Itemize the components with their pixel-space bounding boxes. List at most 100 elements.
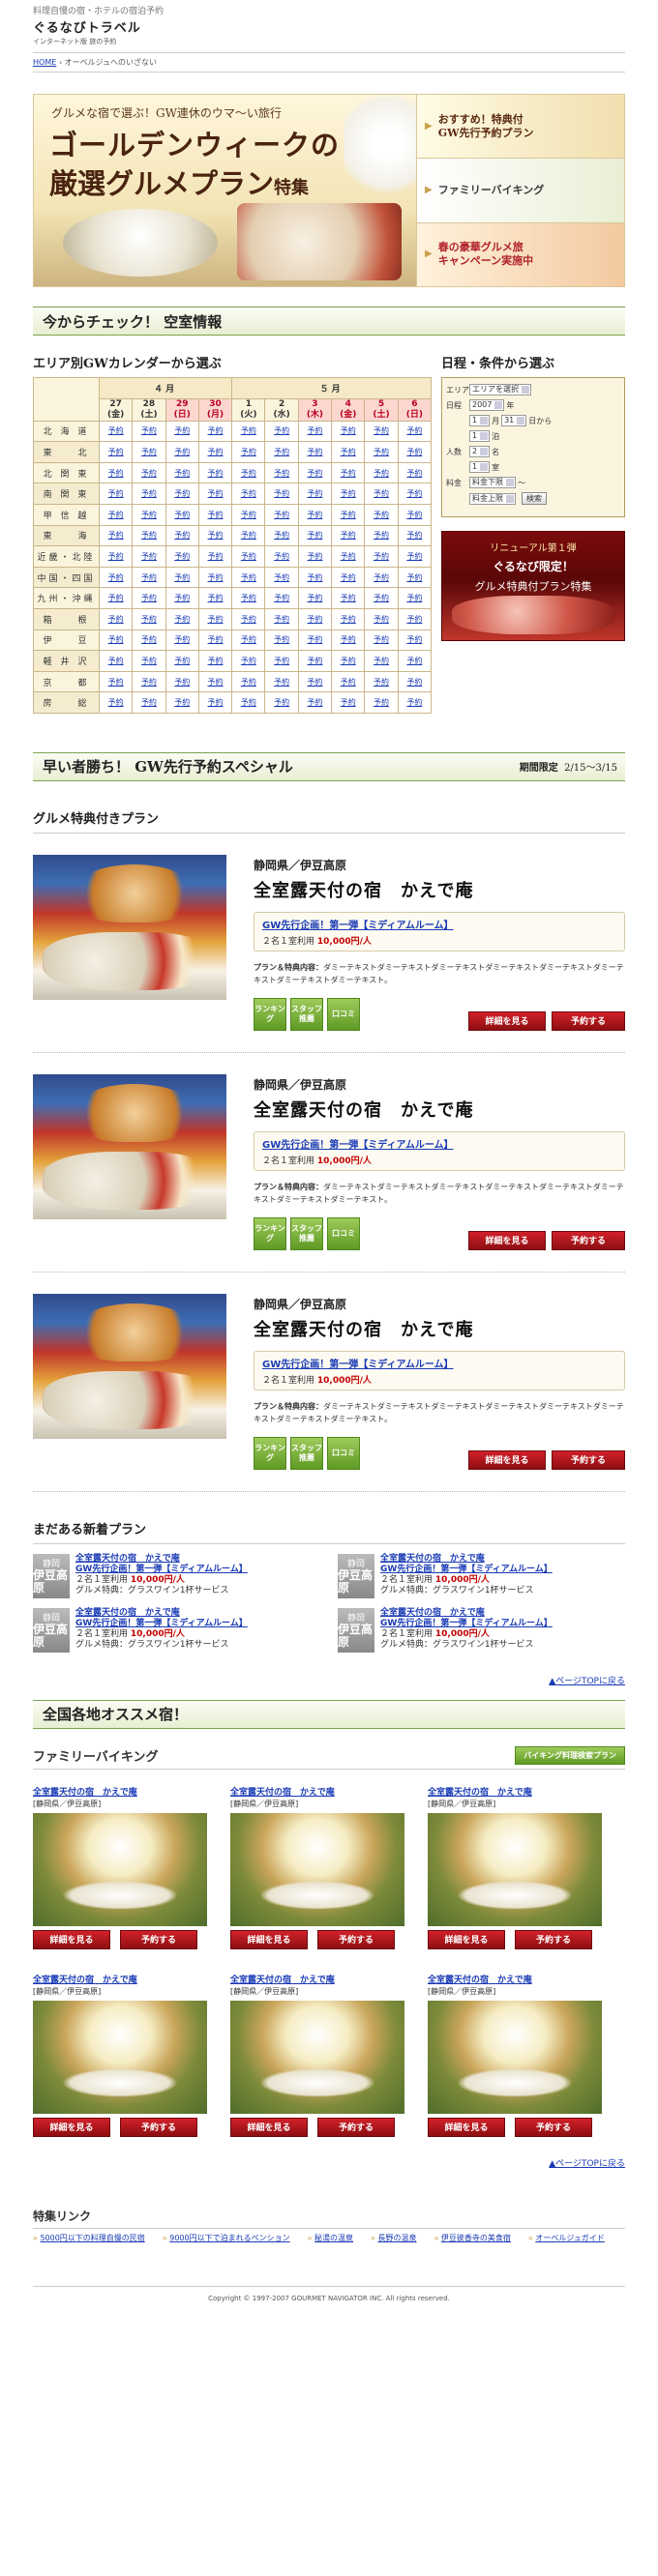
plan-photo[interactable] — [33, 854, 226, 1000]
family-hotel-photo[interactable] — [230, 1812, 404, 1926]
family-hotel-photo[interactable] — [33, 1812, 207, 1926]
reserve-link[interactable]: 予約 — [174, 573, 190, 582]
nights-select[interactable]: 1 — [469, 430, 491, 442]
reserve-link[interactable]: 予約 — [174, 615, 190, 624]
reserve-link[interactable]: 予約 — [374, 657, 389, 665]
reserve-link[interactable]: 予約 — [108, 678, 124, 687]
reserve-link[interactable]: 予約 — [208, 426, 224, 435]
area-select[interactable]: エリアを選択 — [469, 384, 531, 395]
plan-hotel-name[interactable]: 全室露天付の宿 かえで庵 — [254, 877, 625, 902]
reserve-link[interactable]: 予約 — [274, 469, 289, 478]
family-hotel-link[interactable]: 全室露天付の宿 かえで庵 — [33, 1976, 137, 1985]
review-button[interactable]: 口コミ — [327, 997, 360, 1031]
family-hotel-link[interactable]: 全室露天付の宿 かえで庵 — [428, 1976, 532, 1985]
feature-link-anchor[interactable]: 長野の温泉 — [377, 2234, 416, 2242]
reserve-link[interactable]: 予約 — [141, 594, 157, 602]
feature-link-anchor[interactable]: 9000円以下で泊まれるペンション — [169, 2234, 289, 2242]
reserve-link[interactable]: 予約 — [108, 489, 124, 498]
reserve-link[interactable]: 予約 — [241, 594, 256, 602]
detail-button[interactable]: 詳細を見る — [428, 2117, 505, 2137]
reserve-link[interactable]: 予約 — [374, 635, 389, 644]
family-hotel-photo[interactable] — [33, 2000, 207, 2114]
reserve-link[interactable]: 予約 — [374, 426, 389, 435]
reserve-link[interactable]: 予約 — [406, 552, 422, 561]
reserve-button[interactable]: 予約する — [317, 1929, 395, 1949]
reserve-button[interactable]: 予約する — [120, 1929, 197, 1949]
plan-offer-link[interactable]: GW先行企画！第一弾【ミディアムルーム】 — [262, 1140, 454, 1151]
hero-side-spring-campaign[interactable]: ▶ 春の豪華グルメ旅 キャンペーン実施中 — [417, 222, 624, 286]
plan-hotel-name[interactable]: 全室露天付の宿 かえで庵 — [254, 1097, 625, 1122]
reserve-link[interactable]: 予約 — [406, 657, 422, 665]
reserve-link[interactable]: 予約 — [406, 469, 422, 478]
reserve-link[interactable]: 予約 — [208, 489, 224, 498]
reserve-link[interactable]: 予約 — [341, 469, 356, 478]
reserve-link[interactable]: 予約 — [241, 552, 256, 561]
reserve-link[interactable]: 予約 — [341, 426, 356, 435]
people-select[interactable]: 2 — [469, 446, 491, 457]
reserve-link[interactable]: 予約 — [307, 426, 322, 435]
reserve-link[interactable]: 予約 — [208, 573, 224, 582]
reserve-link[interactable]: 予約 — [341, 552, 356, 561]
reserve-link[interactable]: 予約 — [307, 678, 322, 687]
reserve-link[interactable]: 予約 — [341, 511, 356, 519]
review-button[interactable]: 口コミ — [327, 1216, 360, 1250]
reserve-link[interactable]: 予約 — [141, 573, 157, 582]
detail-button[interactable]: 詳細を見る — [33, 1929, 110, 1949]
back-to-top-link[interactable]: ▲ページTOPに戻る — [549, 1677, 625, 1686]
reserve-link[interactable]: 予約 — [406, 678, 422, 687]
family-hotel-photo[interactable] — [428, 2000, 602, 2114]
reserve-link[interactable]: 予約 — [341, 615, 356, 624]
reserve-link[interactable]: 予約 — [341, 448, 356, 456]
reserve-button[interactable]: 予約する — [515, 2117, 592, 2137]
reserve-link[interactable]: 予約 — [141, 657, 157, 665]
reserve-link[interactable]: 予約 — [341, 635, 356, 644]
staff-pick-button[interactable]: スタッフ推薦 — [290, 1436, 323, 1470]
reserve-link[interactable]: 予約 — [241, 698, 256, 707]
reserve-link[interactable]: 予約 — [241, 511, 256, 519]
reserve-link[interactable]: 予約 — [241, 426, 256, 435]
reserve-link[interactable]: 予約 — [374, 552, 389, 561]
hero-main-visual[interactable]: グルメな宿で選ぶ！GW連休のウマ〜い旅行 ゴールデンウィークの 厳選グルメプラン… — [34, 95, 416, 286]
reserve-button[interactable]: 予約する — [317, 2117, 395, 2137]
reserve-link[interactable]: 予約 — [274, 657, 289, 665]
reserve-link[interactable]: 予約 — [174, 594, 190, 602]
hero-side-gw-plan[interactable]: ▶ おすすめ！特典付 GW先行予約プラン — [417, 95, 624, 160]
reserve-link[interactable]: 予約 — [208, 657, 224, 665]
reserve-link[interactable]: 予約 — [108, 615, 124, 624]
new-plan-offer-link[interactable]: GW先行企画！第一弾【ミディアムルーム】 — [380, 1619, 553, 1628]
rooms-select[interactable]: 1 — [469, 461, 491, 473]
reserve-link[interactable]: 予約 — [241, 657, 256, 665]
reserve-link[interactable]: 予約 — [406, 489, 422, 498]
reserve-link[interactable]: 予約 — [108, 635, 124, 644]
reserve-link[interactable]: 予約 — [307, 657, 322, 665]
reserve-link[interactable]: 予約 — [307, 511, 322, 519]
reserve-link[interactable]: 予約 — [174, 657, 190, 665]
year-select[interactable]: 2007 — [469, 399, 505, 411]
reserve-link[interactable]: 予約 — [208, 594, 224, 602]
reserve-link[interactable]: 予約 — [174, 469, 190, 478]
detail-button[interactable]: 詳細を見る — [468, 1010, 546, 1031]
reserve-link[interactable]: 予約 — [274, 426, 289, 435]
reserve-link[interactable]: 予約 — [108, 573, 124, 582]
reserve-link[interactable]: 予約 — [241, 489, 256, 498]
reserve-link[interactable]: 予約 — [208, 531, 224, 540]
reserve-link[interactable]: 予約 — [274, 615, 289, 624]
reserve-link[interactable]: 予約 — [208, 615, 224, 624]
reserve-link[interactable]: 予約 — [241, 531, 256, 540]
reserve-link[interactable]: 予約 — [341, 698, 356, 707]
reserve-link[interactable]: 予約 — [174, 489, 190, 498]
reserve-link[interactable]: 予約 — [406, 594, 422, 602]
staff-pick-button[interactable]: スタッフ推薦 — [290, 997, 323, 1031]
new-plan-hotel-link[interactable]: 全室露天付の宿 かえで庵 — [75, 1608, 180, 1618]
reserve-link[interactable]: 予約 — [108, 552, 124, 561]
detail-button[interactable]: 詳細を見る — [468, 1449, 546, 1470]
reserve-link[interactable]: 予約 — [141, 489, 157, 498]
reserve-link[interactable]: 予約 — [307, 698, 322, 707]
reserve-link[interactable]: 予約 — [307, 573, 322, 582]
reserve-link[interactable]: 予約 — [341, 489, 356, 498]
reserve-link[interactable]: 予約 — [108, 448, 124, 456]
reserve-link[interactable]: 予約 — [274, 448, 289, 456]
breadcrumb-home-link[interactable]: HOME — [33, 58, 56, 67]
search-button[interactable]: 検索 — [522, 492, 547, 505]
review-button[interactable]: 口コミ — [327, 1436, 360, 1470]
